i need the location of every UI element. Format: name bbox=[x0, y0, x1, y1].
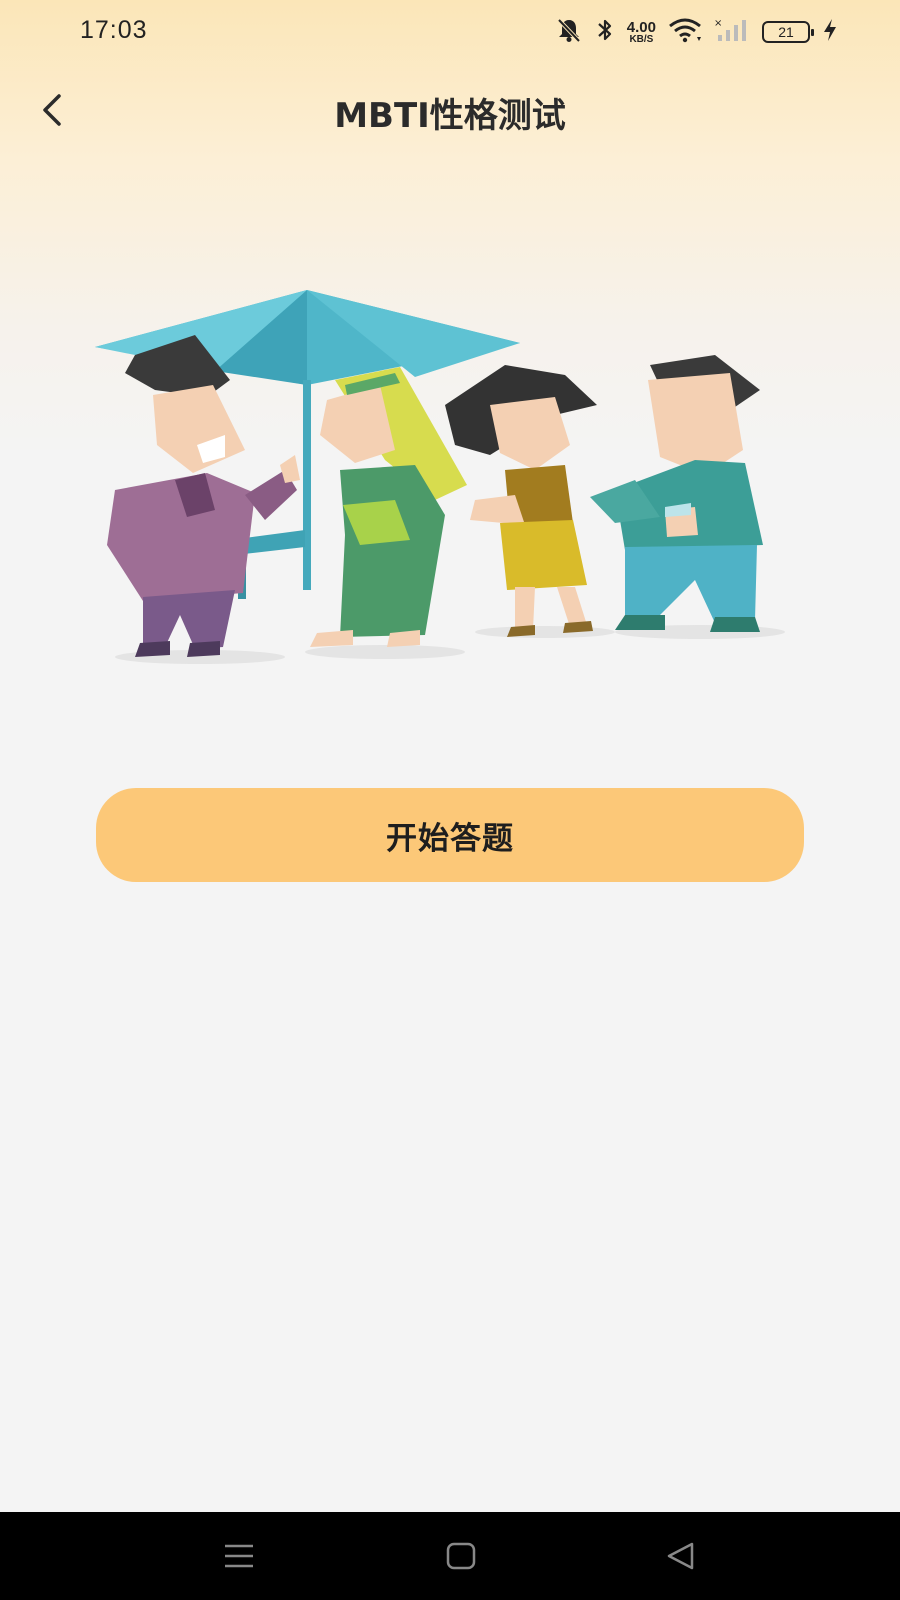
net-speed: 4.00 KB/S bbox=[627, 20, 656, 45]
status-icons: 4.00 KB/S × 21 bbox=[555, 14, 838, 50]
nav-menu-button[interactable] bbox=[214, 1534, 264, 1578]
menu-icon bbox=[225, 1544, 253, 1568]
bell-off-icon bbox=[555, 16, 583, 48]
svg-text:×: × bbox=[714, 18, 722, 29]
charging-icon bbox=[822, 17, 838, 47]
battery-level: 21 bbox=[778, 24, 794, 40]
status-bar: 17:03 4.00 KB/S × 21 bbox=[0, 0, 900, 64]
people-under-umbrella-illustration bbox=[95, 285, 805, 685]
page-title: MBTI性格测试 bbox=[334, 96, 566, 136]
bluetooth-icon bbox=[595, 16, 615, 48]
net-speed-unit: KB/S bbox=[629, 33, 654, 45]
nav-home-button[interactable] bbox=[436, 1534, 486, 1578]
wifi-icon bbox=[668, 17, 702, 47]
status-time: 17:03 bbox=[80, 16, 148, 44]
start-quiz-button[interactable]: 开始答题 bbox=[96, 788, 804, 882]
navigation-bar bbox=[0, 1512, 900, 1600]
battery-icon: 21 bbox=[762, 21, 814, 43]
cellular-signal-icon: × bbox=[714, 17, 750, 47]
home-icon bbox=[446, 1542, 476, 1570]
nav-back-button[interactable] bbox=[656, 1534, 706, 1578]
net-speed-value: 4.00 bbox=[626, 18, 656, 36]
back-triangle-icon bbox=[667, 1542, 694, 1570]
